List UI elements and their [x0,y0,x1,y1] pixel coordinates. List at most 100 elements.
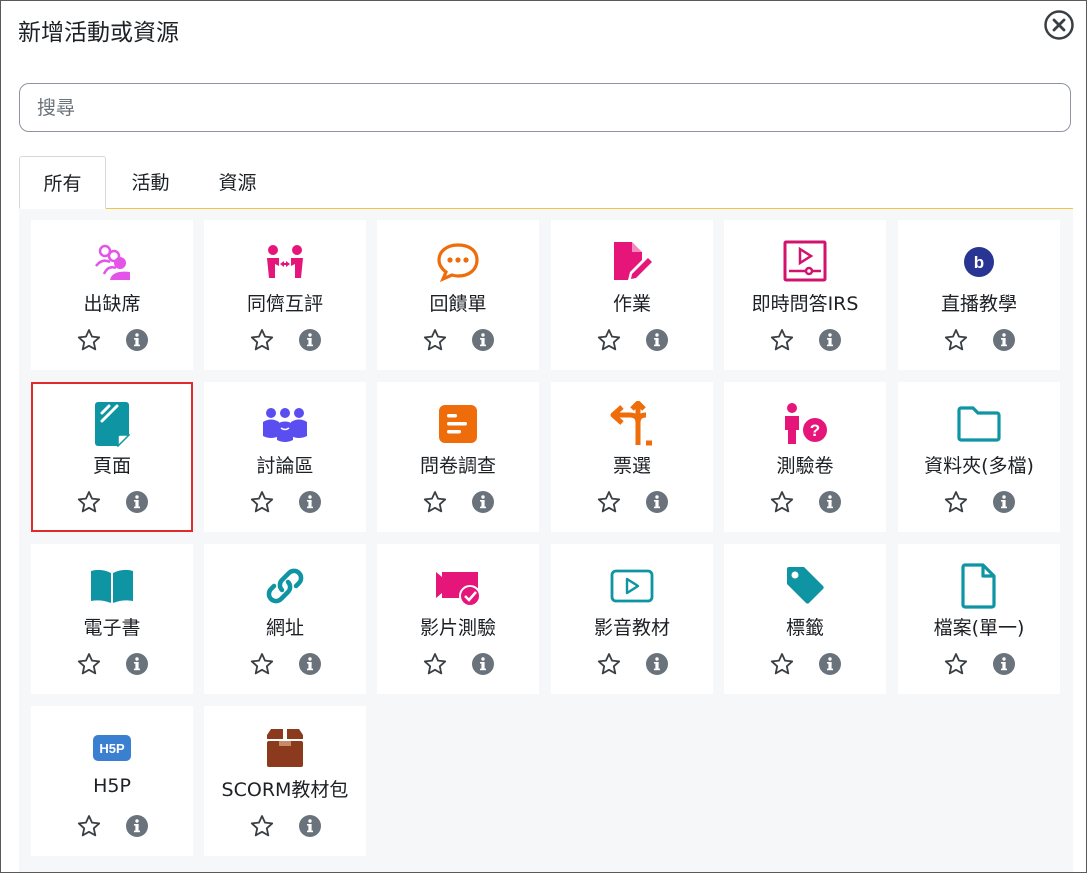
module-label: 標籤 [785,617,824,639]
favourite-button[interactable] [423,328,447,352]
favourite-button[interactable] [77,814,101,838]
search-input[interactable] [19,83,1071,132]
star-icon [597,491,621,518]
module-card[interactable]: SCORM教材包 [204,706,366,856]
favourite-button[interactable] [250,328,274,352]
module-card[interactable]: 影音教材 [551,544,713,694]
info-button[interactable] [125,652,149,676]
add-activity-dialog: 新增活動或資源 所有 活動 資源 出缺席 同儕互評 回饋單 作業 即時問答IRS b 直播教… [0,0,1087,873]
bigbluebutton-icon: b [955,238,1003,286]
info-button[interactable] [471,490,495,514]
module-card[interactable]: 出缺席 [31,220,193,370]
module-card[interactable]: 同儕互評 [204,220,366,370]
favourite-button[interactable] [770,328,794,352]
star-icon [250,491,274,518]
favourite-button[interactable] [250,652,274,676]
star-icon [770,329,794,356]
module-card[interactable]: 資料夾(多檔) [898,382,1060,532]
module-card[interactable]: 作業 [551,220,713,370]
info-button[interactable] [818,328,842,352]
favourite-button[interactable] [250,814,274,838]
video-quiz-icon [434,562,482,610]
info-button[interactable] [645,652,669,676]
info-icon [125,329,149,356]
star-icon [423,653,447,680]
favourite-button[interactable] [944,328,968,352]
close-icon [1044,10,1074,40]
module-label: SCORM教材包 [221,779,349,801]
info-icon [298,653,322,680]
favourite-button[interactable] [944,652,968,676]
star-icon [597,653,621,680]
h5p-icon: H5P [88,724,136,772]
module-card[interactable]: 檔案(單一) [898,544,1060,694]
favourite-button[interactable] [423,652,447,676]
star-icon [770,491,794,518]
module-card[interactable]: 問卷調查 [377,382,539,532]
favourite-button[interactable] [944,490,968,514]
favourite-button[interactable] [770,490,794,514]
info-button[interactable] [125,328,149,352]
info-button[interactable] [818,652,842,676]
star-icon [77,815,101,842]
favourite-button[interactable] [770,652,794,676]
module-label: 票選 [612,455,651,477]
module-card[interactable]: 頁面 [31,382,193,532]
module-label: 檔案(單一) [933,617,1025,639]
info-button[interactable] [645,490,669,514]
module-card[interactable]: 票選 [551,382,713,532]
info-icon [471,653,495,680]
info-button[interactable] [645,328,669,352]
module-card[interactable]: 電子書 [31,544,193,694]
svg-text:b: b [974,253,984,272]
info-button[interactable] [125,814,149,838]
module-label: 即時問答IRS [751,293,859,315]
favourite-button[interactable] [597,652,621,676]
info-icon [645,329,669,356]
module-card[interactable]: 網址 [204,544,366,694]
info-button[interactable] [992,328,1016,352]
info-button[interactable] [471,328,495,352]
info-icon [125,653,149,680]
favourite-button[interactable] [597,328,621,352]
module-card[interactable]: 影片測驗 [377,544,539,694]
info-icon [818,653,842,680]
info-button[interactable] [818,490,842,514]
favourite-button[interactable] [597,490,621,514]
module-card[interactable]: 回饋單 [377,220,539,370]
info-icon [818,329,842,356]
favourite-button[interactable] [423,490,447,514]
module-grid: 出缺席 同儕互評 回饋單 作業 即時問答IRS b 直播教學頁面 討論區 問卷調查 票選 ? 測驗卷 資… [19,209,1073,872]
tab-all[interactable]: 所有 [19,156,106,209]
module-label: 資料夾(多檔) [924,455,1034,477]
module-card[interactable]: ? 測驗卷 [724,382,886,532]
module-card[interactable]: H5P H5P [31,706,193,856]
favourite-button[interactable] [250,490,274,514]
choice-icon [608,400,656,448]
tab-resources[interactable]: 資源 [194,156,281,208]
close-button[interactable] [1043,9,1075,41]
info-button[interactable] [298,652,322,676]
info-icon [298,491,322,518]
tab-activities[interactable]: 活動 [107,156,194,208]
info-button[interactable] [992,490,1016,514]
star-icon [770,653,794,680]
favourite-button[interactable] [77,490,101,514]
info-icon [471,329,495,356]
module-label: 影片測驗 [419,617,496,639]
module-card[interactable]: b 直播教學 [898,220,1060,370]
module-card[interactable]: 討論區 [204,382,366,532]
assignment-icon [608,238,656,286]
info-button[interactable] [125,490,149,514]
info-button[interactable] [298,814,322,838]
info-button[interactable] [471,652,495,676]
info-button[interactable] [992,652,1016,676]
module-card[interactable]: 標籤 [724,544,886,694]
favourite-button[interactable] [77,328,101,352]
info-button[interactable] [298,490,322,514]
module-card[interactable]: 即時問答IRS [724,220,886,370]
favourite-button[interactable] [77,652,101,676]
module-label: H5P [93,775,131,797]
module-label: 測驗卷 [776,455,834,477]
info-button[interactable] [298,328,322,352]
